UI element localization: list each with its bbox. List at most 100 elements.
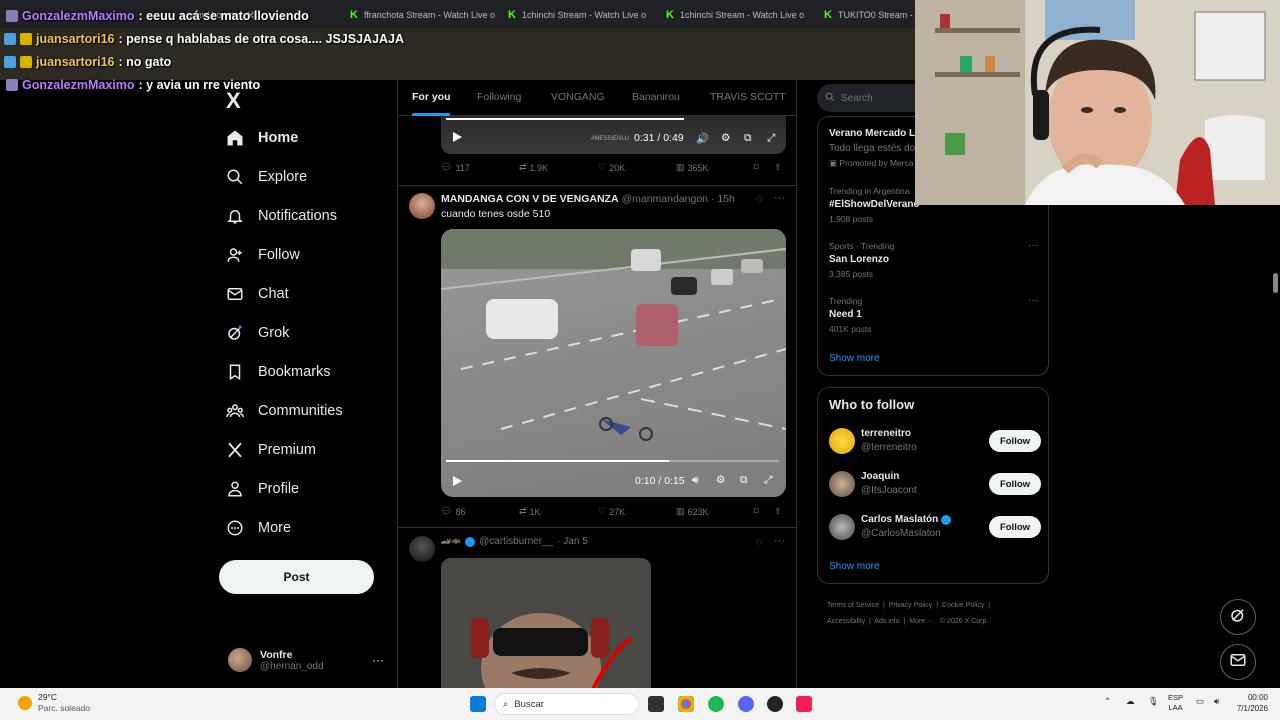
more-dots-icon[interactable]: ··· [774,192,785,204]
monitor-icon[interactable]: ▭ [1196,696,1204,707]
nav-communities[interactable]: Communities [226,402,343,420]
pip-icon[interactable]: ⧉ [744,132,752,145]
share-icon[interactable]: ⇪ [774,506,782,517]
video-player[interactable]: #MESSIENLU 0:31 / 0:49 🔊 ⚙ ⧉ ⤢ [441,116,786,154]
like-button[interactable]: ♡ 27K [598,506,625,517]
language-indicator[interactable]: ESP LAA [1168,693,1183,713]
post-button[interactable]: Post [219,560,374,594]
video-progress[interactable] [446,118,684,120]
clock[interactable]: 00:00 7/1/2026 [1228,692,1268,714]
post-time[interactable]: · Jan 5 [557,536,588,547]
nav-premium[interactable]: Premium [226,441,316,459]
app-icon[interactable] [767,696,783,712]
tiktok-icon[interactable] [796,696,812,712]
follow-suggestion[interactable]: Carlos Maslatón @CarlosMaslaton Follow [829,512,1041,542]
pip-icon[interactable]: ⧉ [740,474,748,487]
post-author-handle[interactable]: @manmandangon [621,193,708,205]
footer-link[interactable]: More ··· [909,618,934,625]
volume-icon[interactable]: 🔊︎ [1214,696,1219,707]
post-time[interactable]: · 15h [711,193,735,205]
grok-icon[interactable]: ◌ [756,193,763,205]
tab-following[interactable]: Following [477,91,521,103]
trends-show-more[interactable]: Show more [829,353,880,364]
browser-tab[interactable]: K TUKITO0 Stream - Wa [824,4,919,26]
post-author-name[interactable]: MANDANGA CON V DE VENGANZA [441,193,619,205]
tab-travis-scott[interactable]: TRAVIS SCOTT [710,91,786,103]
bookmark-icon[interactable]: ⌑ [754,162,759,173]
more-dots-icon[interactable]: ··· [1028,240,1038,251]
bookmark-icon[interactable]: ⌑ [754,506,759,517]
browser-tab[interactable]: K 1chinchi Stream - Watch Live o ✕ [666,4,816,26]
more-dots-icon[interactable]: ··· [372,653,384,667]
nav-notifications[interactable]: Notifications [226,207,337,225]
account-switcher[interactable]: Vonfre @hernan_odd ··· [228,644,398,676]
post-image[interactable] [441,558,651,690]
play-icon[interactable] [451,131,463,143]
weather-widget[interactable]: 29°C Parc. soleado [18,692,90,714]
more-dots-icon[interactable]: ··· [1028,295,1038,306]
task-view-icon[interactable] [648,696,664,712]
video-progress[interactable] [446,460,779,462]
scrollbar[interactable] [1270,205,1280,688]
fullscreen-icon[interactable]: ⤢ [764,474,772,487]
more-dots-icon[interactable]: ··· [774,535,785,547]
tab-vongang[interactable]: VONGANG [551,91,605,103]
nav-more[interactable]: More [226,519,291,537]
discord-icon[interactable] [738,696,754,712]
who-to-follow-show-more[interactable]: Show more [829,561,880,572]
follow-suggestion[interactable]: terreneitro @terreneitro Follow [829,426,1041,456]
repost-button[interactable]: ⇄ 1.9K [519,162,548,173]
reply-button[interactable]: 💬︎ 117 [441,162,470,173]
views-button[interactable]: ▥ 365K [676,162,709,173]
post-author-handle[interactable]: @cartisburner__ [479,536,553,547]
nav-home[interactable]: Home [226,129,298,147]
fullscreen-icon[interactable]: ⤢ [767,132,775,145]
trend-title[interactable]: #ElShowDelVerano [829,199,920,210]
chrome-icon[interactable] [678,696,694,712]
windows-start-icon[interactable] [470,696,486,712]
nav-explore[interactable]: Explore [226,168,307,186]
share-icon[interactable]: ⇪ [774,162,782,173]
nav-chat[interactable]: Chat [226,285,289,303]
footer-link[interactable]: Accessibility [827,618,865,625]
network-icon[interactable]: ☁ [1126,696,1135,707]
settings-icon[interactable]: ⚙ [721,132,730,144]
settings-icon[interactable]: ⚙ [716,474,725,486]
footer-link[interactable]: Cookie Policy [942,602,984,609]
footer-link[interactable]: Ads info [874,618,899,625]
nav-follow[interactable]: Follow [226,246,300,264]
messages-fab[interactable] [1220,644,1256,680]
post-author-name[interactable]: 🏎🦇 [441,537,461,546]
like-button[interactable]: ♡ 20K [598,162,625,173]
play-icon[interactable] [451,475,463,487]
follow-suggestion[interactable]: Joaquin @ItsJoacont Follow [829,469,1041,499]
footer-link[interactable]: Terms of Service [827,602,879,609]
avatar[interactable] [409,536,435,562]
scrollbar-thumb[interactable] [1273,273,1278,293]
trend-title[interactable]: Need 1 [829,309,862,320]
reply-button[interactable]: 💬︎ 86 [441,506,465,517]
spotify-icon[interactable] [708,696,724,712]
tab-for-you[interactable]: For you [412,91,451,103]
tab-bananirou[interactable]: Bananirou [632,91,680,103]
taskbar-search[interactable]: ⌕ Buscar [494,693,639,715]
repost-button[interactable]: ⇄ 1K [519,506,541,517]
follow-button[interactable]: Follow [989,473,1041,495]
avatar[interactable] [409,193,435,219]
grok-fab[interactable] [1220,599,1256,635]
trend-title[interactable]: San Lorenzo [829,254,889,265]
footer-link[interactable]: Privacy Policy [889,602,933,609]
nav-grok[interactable]: Grok [226,324,289,342]
nav-bookmarks[interactable]: Bookmarks [226,363,331,381]
mic-icon[interactable]: 🎙︎ [1148,696,1159,707]
follow-button[interactable]: Follow [989,516,1041,538]
views-button[interactable]: ▥ 623K [676,506,709,517]
volume-icon[interactable]: 🔊 [696,132,709,145]
browser-tab[interactable]: K 1chinchi Stream - Watch Live o ✕ [508,4,658,26]
video-player[interactable]: 0:10 / 0:15 🔊︎ ⚙ ⧉ ⤢ [441,229,786,497]
grok-icon[interactable]: ◌ [756,536,763,548]
promo-title[interactable]: Verano Mercado L [829,128,915,139]
nav-profile[interactable]: Profile [226,480,299,498]
chevron-up-icon[interactable]: ⌃ [1104,696,1111,707]
follow-button[interactable]: Follow [989,430,1041,452]
